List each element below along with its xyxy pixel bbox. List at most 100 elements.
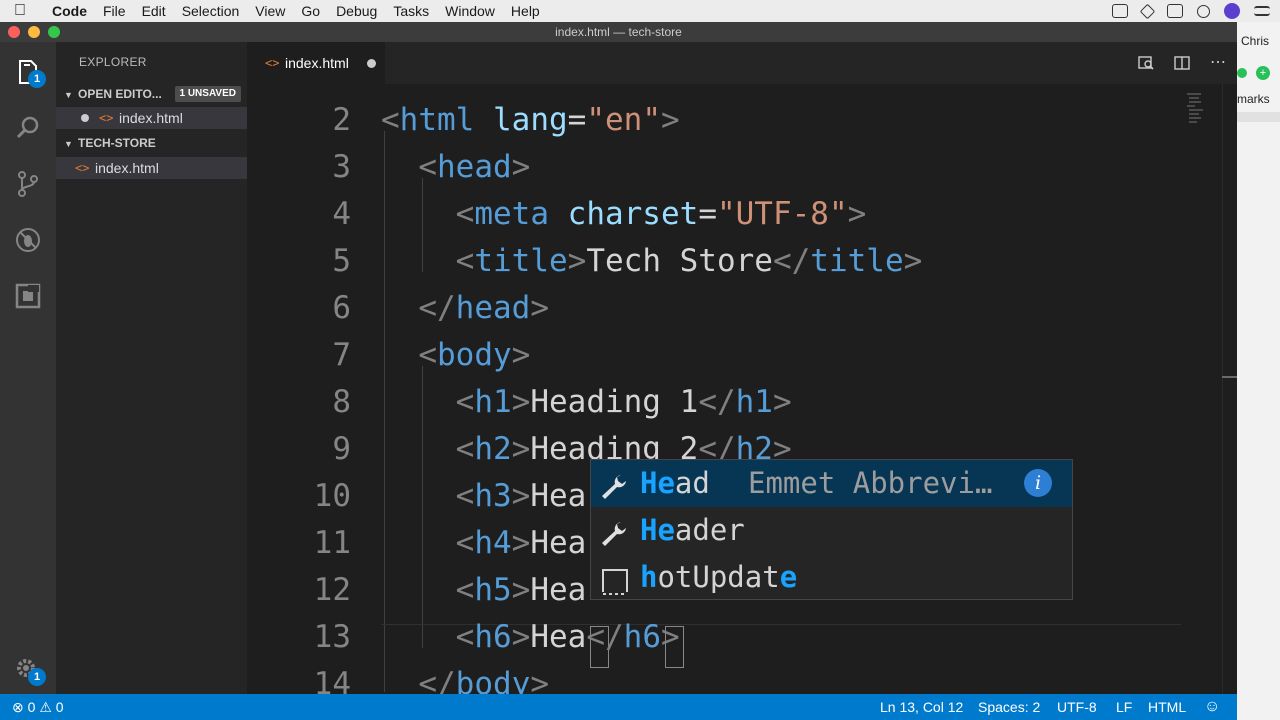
code-line: <h1>Heading 1</h1> [455, 384, 792, 420]
project-folder-label: TECH-STORE [78, 136, 156, 150]
code-line: <h6>Hea</h6> [455, 619, 680, 655]
status-bar: ⊗ 0 ⚠ 0 Ln 13, Col 12 Spaces: 2 UTF-8 LF… [0, 694, 1237, 720]
extensions-icon[interactable] [14, 282, 42, 310]
explorer-icon[interactable]: 1 [14, 58, 46, 88]
explorer-title: EXPLORER [79, 55, 147, 69]
add-icon[interactable]: + [1256, 66, 1270, 80]
line-number: 3 [332, 149, 351, 185]
settings-gear-icon[interactable]: 1 [14, 656, 46, 686]
language-mode[interactable]: HTML [1148, 694, 1186, 720]
cursor-position[interactable]: Ln 13, Col 12 [880, 694, 963, 720]
line-number: 10 [313, 478, 351, 514]
tab-label: index.html [285, 55, 349, 71]
line-number: 6 [332, 290, 351, 326]
window-titlebar: index.html — tech-store [0, 22, 1237, 42]
line-number: 11 [313, 525, 351, 561]
html-file-icon: <> [265, 56, 280, 70]
project-folder-header[interactable]: ▼ TECH-STORE [56, 132, 247, 154]
notification-center-icon[interactable] [1254, 6, 1270, 16]
user-name: Chris [1241, 34, 1270, 48]
menu-go[interactable]: Go [301, 3, 320, 19]
minimize-window-button[interactable] [28, 26, 40, 38]
code-line: <head> [418, 149, 531, 185]
suggestion-label: hotUpdate [640, 560, 798, 594]
vscode-window: index.html — tech-store 1 1 EXPLORER ▼ OP… [0, 22, 1237, 720]
suggestion-item[interactable]: Head Emmet Abbrevi… i [591, 460, 1072, 507]
line-number: 5 [332, 243, 351, 279]
dropbox-icon[interactable] [1139, 3, 1156, 19]
line-number: 8 [332, 384, 351, 420]
search-icon[interactable] [14, 114, 42, 142]
line-number: 13 [313, 619, 351, 655]
file-tree-item[interactable]: <> index.html [56, 157, 247, 179]
debug-icon[interactable] [14, 226, 42, 254]
status-dot [1237, 68, 1247, 78]
collapse-chevron-icon: ▼ [64, 90, 73, 100]
minimap[interactable] [1185, 92, 1205, 128]
screen-record-icon[interactable] [1112, 4, 1128, 18]
error-icon: ⊗ [12, 699, 24, 715]
menu-tasks[interactable]: Tasks [393, 3, 429, 19]
open-editor-item[interactable]: <> index.html [56, 107, 247, 129]
unsaved-dot-icon[interactable] [367, 59, 376, 68]
macos-menubar:  Code File Edit Selection View Go Debug… [0, 0, 1280, 22]
problems-indicator[interactable]: ⊗ 0 ⚠ 0 [12, 694, 64, 720]
suggestion-label: Head [640, 466, 710, 500]
collapse-chevron-icon: ▼ [64, 139, 73, 149]
code-line: </body> [418, 666, 549, 694]
background-band [1237, 112, 1280, 122]
more-actions-icon[interactable]: ⋯ [1209, 54, 1227, 72]
siri-icon[interactable] [1224, 3, 1240, 19]
line-number: 14 [313, 666, 351, 694]
split-editor-icon[interactable] [1173, 54, 1191, 72]
indentation-setting[interactable]: Spaces: 2 [978, 694, 1040, 720]
open-editors-label: OPEN EDITO... [78, 87, 162, 101]
html-file-icon: <> [99, 111, 114, 125]
code-line: <meta charset="UTF-8"> [455, 196, 867, 232]
suggest-widget: Head Emmet Abbrevi… i Header hotUpdate [590, 459, 1073, 600]
eol-setting[interactable]: LF [1116, 694, 1132, 720]
encoding-setting[interactable]: UTF-8 [1057, 694, 1097, 720]
open-editors-header[interactable]: ▼ OPEN EDITO... 1 UNSAVED [56, 83, 247, 105]
wrench-icon [597, 469, 631, 499]
activity-bar: 1 1 [0, 42, 56, 694]
close-window-button[interactable] [8, 26, 20, 38]
source-control-icon[interactable] [14, 170, 42, 198]
menu-help[interactable]: Help [511, 3, 540, 19]
zoom-window-button[interactable] [48, 26, 60, 38]
apple-icon[interactable]:  [0, 2, 40, 20]
suggestion-label: Header [640, 513, 745, 547]
tab-index-html[interactable]: <> index.html [247, 42, 385, 84]
menu-edit[interactable]: Edit [142, 3, 166, 19]
battery-icon[interactable] [1167, 4, 1183, 18]
menu-window[interactable]: Window [445, 3, 495, 19]
snippet-icon [597, 563, 631, 595]
explorer-sidebar: EXPLORER ▼ OPEN EDITO... 1 UNSAVED <> ind… [56, 42, 247, 694]
menu-debug[interactable]: Debug [336, 3, 377, 19]
scrollbar-cursor-marker [1222, 376, 1237, 378]
menu-selection[interactable]: Selection [182, 3, 240, 19]
line-number: 2 [332, 102, 351, 138]
suggestion-item[interactable]: hotUpdate [591, 554, 1072, 601]
window-controls [8, 26, 60, 38]
suggestion-item[interactable]: Header [591, 507, 1072, 554]
feedback-smiley-icon[interactable]: ☺ [1204, 694, 1220, 720]
menu-app-name[interactable]: Code [52, 3, 87, 19]
window-title: index.html — tech-store [555, 25, 682, 39]
code-line: </head> [418, 290, 549, 326]
search-icon[interactable] [1197, 4, 1210, 18]
read-more-info-icon[interactable]: i [1024, 469, 1052, 497]
menu-view[interactable]: View [255, 3, 285, 19]
menu-file[interactable]: File [103, 3, 126, 19]
line-number: 4 [332, 196, 351, 232]
warning-count: 0 [55, 699, 64, 715]
dirty-dot-icon[interactable] [81, 114, 89, 122]
unsaved-badge: 1 UNSAVED [174, 86, 241, 102]
editor-tab-bar: <> index.html ⋯ [247, 42, 1237, 84]
vertical-scrollbar[interactable] [1222, 84, 1237, 694]
code-editor[interactable]: 2 <html lang="en"> 3 <head> 4 <meta charset… [247, 84, 1237, 694]
menubar-tray [1112, 0, 1270, 22]
open-preview-icon[interactable] [1137, 54, 1155, 72]
line-number: 7 [332, 337, 351, 373]
error-count: 0 [27, 699, 36, 715]
